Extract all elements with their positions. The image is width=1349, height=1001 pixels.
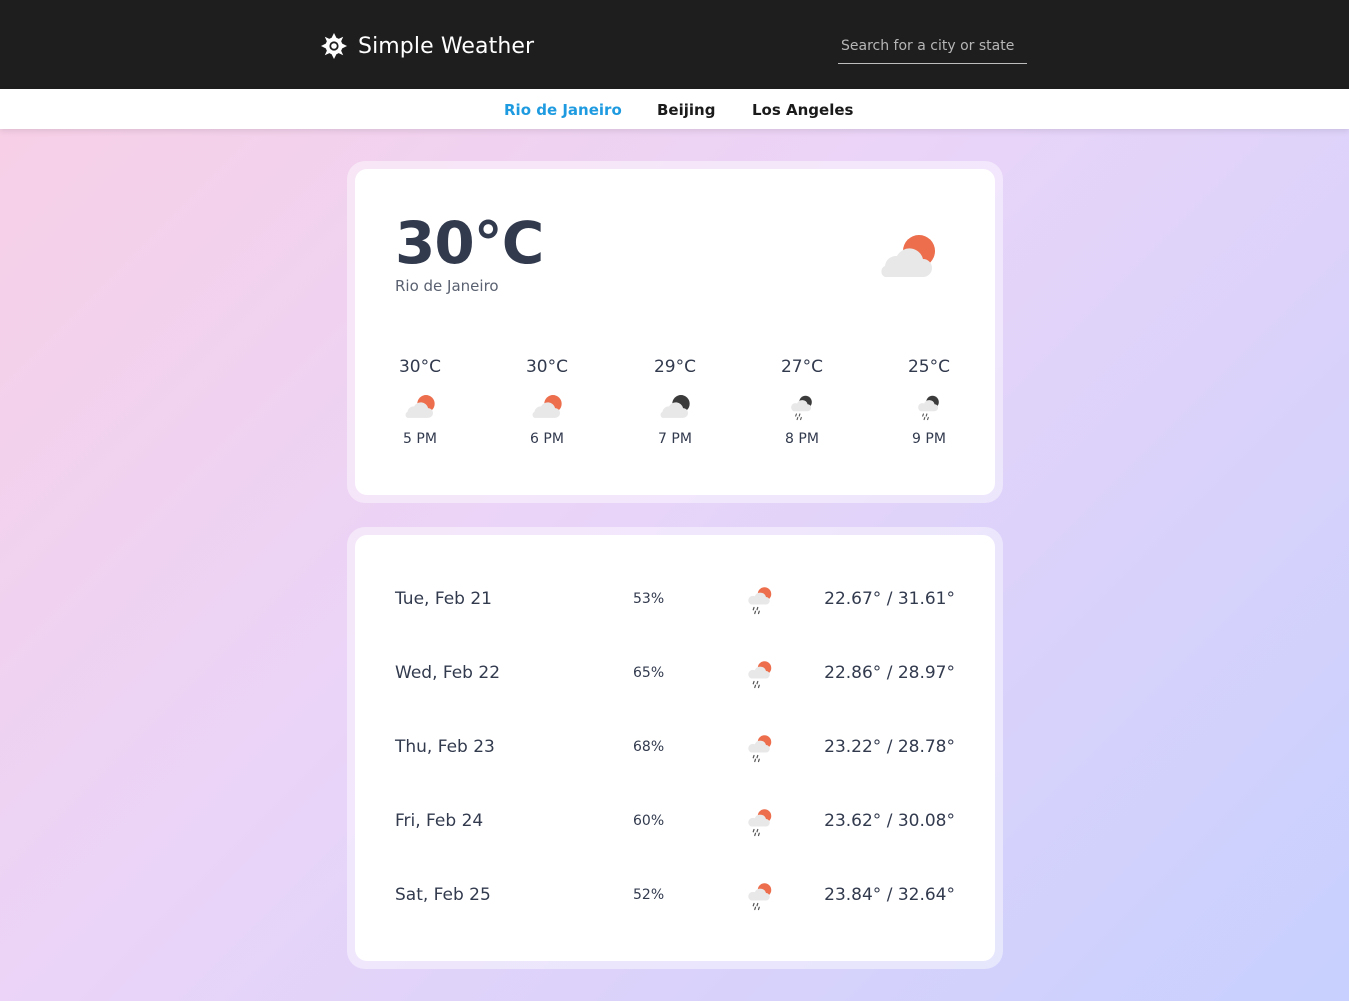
tab-rio-de-janeiro[interactable]: Rio de Janeiro [504, 101, 622, 119]
forecast-day: Tue, Feb 21 [395, 589, 492, 609]
hourly-time: 6 PM [530, 431, 564, 447]
app-title: Simple Weather [358, 33, 535, 59]
temperature-range: 22.86° / 28.97° [824, 663, 955, 683]
hourly-forecast-item: 30°C 5 PM [380, 357, 460, 447]
precipitation-chance: 68% [633, 739, 665, 755]
hourly-temp: 25°C [907, 357, 950, 377]
daily-forecast-row: Tue, Feb 21 53% 22.67° / 31.61° [395, 585, 955, 615]
temperature-range: 23.22° / 28.78° [824, 737, 955, 757]
hourly-forecast-item: 30°C 6 PM [507, 357, 587, 447]
tab-beijing[interactable]: Beijing [657, 101, 715, 119]
hourly-temp: 29°C [653, 357, 696, 377]
city-search[interactable] [838, 28, 1027, 64]
daily-forecast-row: Wed, Feb 22 65% 22.86° / 28.97° [395, 659, 955, 689]
hourly-time: 8 PM [785, 431, 819, 447]
top-header: Simple Weather [0, 0, 1349, 89]
daily-forecast-row: Thu, Feb 23 68% 23.22° / 28.78° [395, 733, 955, 763]
daily-forecast-row: Fri, Feb 24 60% 23.62° / 30.08° [395, 807, 955, 837]
hourly-forecast-item: 25°C 9 PM [889, 357, 969, 447]
hourly-temp: 30°C [525, 357, 568, 377]
precipitation-chance: 52% [633, 887, 665, 903]
hourly-time: 5 PM [403, 431, 437, 447]
rain-day-icon [743, 659, 777, 689]
current-temperature: 30°C [395, 209, 544, 277]
sun-gear-icon [321, 33, 347, 59]
daily-forecast-card: Tue, Feb 21 53% 22.67° / 31.61° Wed, Feb… [347, 527, 1003, 969]
forecast-day: Fri, Feb 24 [395, 811, 484, 831]
temperature-range: 22.67° / 31.61° [824, 589, 955, 609]
forecast-day: Sat, Feb 25 [395, 885, 491, 905]
rain-night-icon [910, 393, 948, 421]
tab-los-angeles[interactable]: Los Angeles [752, 101, 853, 119]
forecast-day: Thu, Feb 23 [395, 737, 495, 757]
hourly-temp: 27°C [780, 357, 823, 377]
rain-night-icon [783, 393, 821, 421]
temperature-range: 23.62° / 30.08° [824, 811, 955, 831]
rain-day-icon [743, 807, 777, 837]
current-weather-panel: 30°C Rio de Janeiro 30°C 5 PM 30°C 6 PM … [355, 169, 995, 495]
precipitation-chance: 60% [633, 813, 665, 829]
hourly-forecast-item: 27°C 8 PM [762, 357, 842, 447]
temperature-range: 23.84° / 32.64° [824, 885, 955, 905]
daily-forecast-row: Sat, Feb 25 52% 23.84° / 32.64° [395, 881, 955, 911]
daily-forecast-panel: Tue, Feb 21 53% 22.67° / 31.61° Wed, Feb… [355, 535, 995, 961]
partly-cloudy-day-icon [401, 393, 439, 421]
precipitation-chance: 53% [633, 591, 665, 607]
hourly-time: 7 PM [658, 431, 692, 447]
current-weather-card: 30°C Rio de Janeiro 30°C 5 PM 30°C 6 PM … [347, 161, 1003, 503]
partly-cloudy-night-icon [656, 393, 694, 421]
partly-cloudy-day-icon [528, 393, 566, 421]
rain-day-icon [743, 881, 777, 911]
precipitation-chance: 65% [633, 665, 665, 681]
brand[interactable]: Simple Weather [320, 30, 534, 62]
partly-cloudy-day-icon [873, 233, 943, 281]
rain-day-icon [743, 733, 777, 763]
forecast-day: Wed, Feb 22 [395, 663, 501, 683]
hourly-forecast-item: 29°C 7 PM [635, 357, 715, 447]
current-city: Rio de Janeiro [395, 277, 499, 295]
rain-day-icon [743, 585, 777, 615]
hourly-temp: 30°C [398, 357, 441, 377]
city-tabs: Rio de Janeiro Beijing Los Angeles [0, 89, 1349, 129]
hourly-time: 9 PM [912, 431, 946, 447]
search-input[interactable] [838, 28, 1027, 63]
